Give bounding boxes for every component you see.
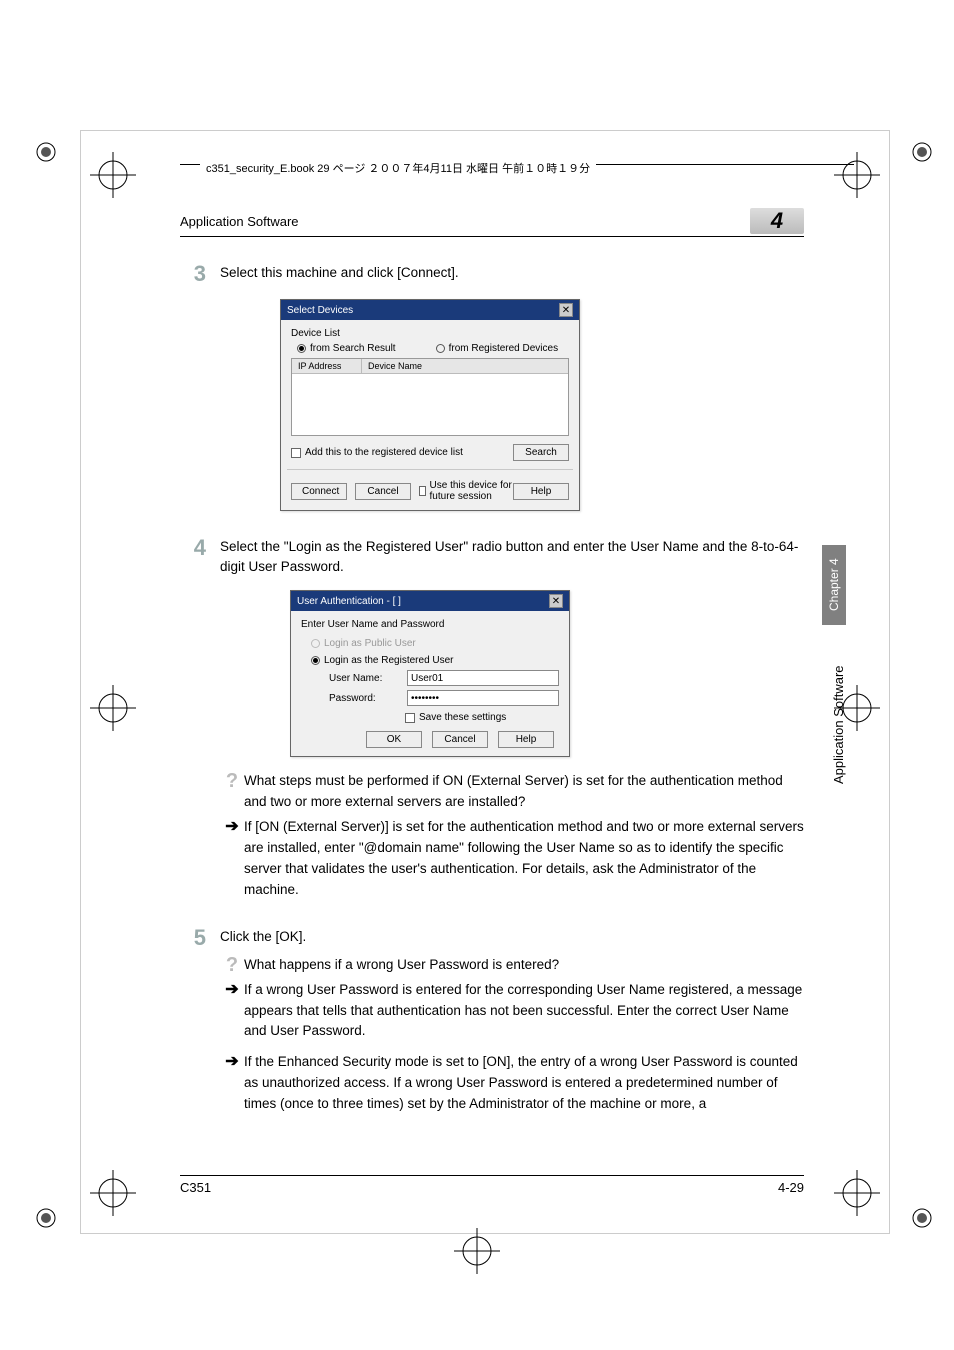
- user-auth-dialog: User Authentication - [ ] ✕ Enter User N…: [290, 590, 570, 757]
- connect-button[interactable]: Connect: [291, 483, 347, 500]
- col-ip: IP Address: [292, 359, 362, 373]
- auth-heading: Enter User Name and Password: [301, 619, 559, 630]
- select-devices-dialog: Select Devices ✕ Device List from Search…: [280, 299, 580, 511]
- answer-arrow-icon: ➔: [220, 817, 244, 901]
- step-text: Select this machine and click [Connect].: [220, 263, 804, 285]
- reg-dot-icon: [912, 1208, 932, 1228]
- reg-mark-icon: [834, 152, 880, 198]
- qa-answer: If [ON (External Server)] is set for the…: [244, 817, 804, 901]
- group-label: Device List: [291, 328, 569, 339]
- step-text: Select the "Login as the Registered User…: [220, 537, 804, 576]
- close-icon[interactable]: ✕: [559, 303, 573, 317]
- answer-arrow-icon: ➔: [220, 980, 244, 1043]
- step-number: 4: [180, 537, 220, 576]
- radio-from-search[interactable]: from Search Result: [297, 343, 396, 354]
- dialog-title: Select Devices: [287, 305, 353, 316]
- chk-label: Use this device for future session: [430, 480, 513, 502]
- ok-button[interactable]: OK: [366, 731, 422, 748]
- qa-answer: If the Enhanced Security mode is set to …: [244, 1052, 804, 1115]
- footer-page: 4-29: [778, 1180, 804, 1195]
- qa-answer: If a wrong User Password is entered for …: [244, 980, 804, 1043]
- reg-mark-icon: [90, 685, 136, 731]
- answer-arrow-icon: ➔: [220, 1052, 244, 1115]
- chapter-badge: 4: [750, 208, 804, 234]
- col-name: Device Name: [362, 359, 568, 373]
- reg-mark-icon: [90, 1170, 136, 1216]
- reg-mark-icon: [454, 1228, 500, 1274]
- reg-mark-icon: [90, 152, 136, 198]
- reg-dot-icon: [36, 142, 56, 162]
- help-button[interactable]: Help: [513, 483, 569, 500]
- chk-future-session[interactable]: Use this device for future session: [419, 480, 513, 502]
- section-title: Application Software: [180, 214, 299, 229]
- chk-label: Add this to the registered device list: [305, 447, 463, 458]
- device-table[interactable]: IP Address Device Name: [291, 358, 569, 436]
- search-button[interactable]: Search: [513, 444, 569, 461]
- close-icon[interactable]: ✕: [549, 594, 563, 608]
- reg-mark-icon: [834, 1170, 880, 1216]
- side-tab-chapter: Chapter 4: [822, 545, 846, 625]
- user-name-field[interactable]: [407, 670, 559, 686]
- chk-save-settings[interactable]: Save these settings: [405, 712, 559, 723]
- reg-dot-icon: [912, 142, 932, 162]
- user-name-label: User Name:: [329, 673, 399, 684]
- question-icon: ?: [220, 955, 244, 976]
- step-number: 3: [180, 263, 220, 285]
- radio-label: Login as Public User: [324, 638, 416, 649]
- radio-label: Login as the Registered User: [324, 655, 454, 666]
- qa-question: What happens if a wrong User Password is…: [244, 955, 804, 976]
- book-meta-label: c351_security_E.book 29 ページ ２００７年4月11日 水…: [200, 160, 596, 176]
- radio-public-user: Login as Public User: [311, 638, 559, 649]
- chk-add-registered[interactable]: Add this to the registered device list: [291, 447, 463, 458]
- password-label: Password:: [329, 693, 399, 704]
- reg-mark-icon: [834, 685, 880, 731]
- cancel-button[interactable]: Cancel: [432, 731, 488, 748]
- dialog-title: User Authentication - [ ]: [297, 596, 401, 607]
- qa-question: What steps must be performed if ON (Exte…: [244, 771, 804, 813]
- cancel-button[interactable]: Cancel: [355, 483, 411, 500]
- chk-label: Save these settings: [419, 712, 506, 723]
- radio-registered-user[interactable]: Login as the Registered User: [311, 655, 559, 666]
- radio-label: from Registered Devices: [449, 343, 558, 354]
- reg-dot-icon: [36, 1208, 56, 1228]
- step-number: 5: [180, 927, 220, 949]
- radio-from-registered[interactable]: from Registered Devices: [436, 343, 558, 354]
- radio-label: from Search Result: [310, 343, 396, 354]
- footer-model: C351: [180, 1180, 211, 1195]
- help-button[interactable]: Help: [498, 731, 554, 748]
- question-icon: ?: [220, 771, 244, 813]
- step-text: Click the [OK].: [220, 927, 804, 949]
- password-field[interactable]: [407, 690, 559, 706]
